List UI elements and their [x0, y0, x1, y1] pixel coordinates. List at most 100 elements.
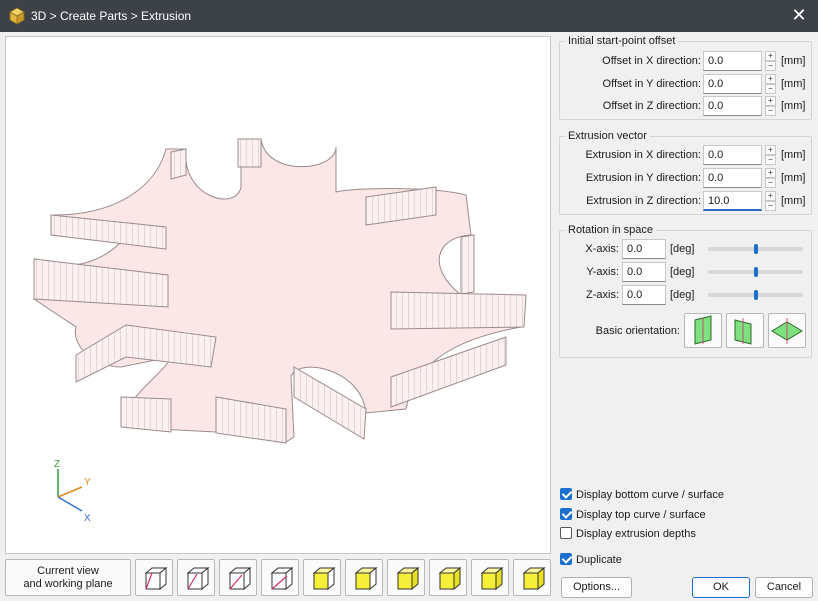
extrusion-label: Extrusion in X direction: — [585, 149, 701, 161]
stepper-up-icon[interactable]: + — [765, 168, 776, 178]
duplicate-checkbox[interactable]: Duplicate — [560, 553, 622, 566]
3d-viewport[interactable]: Z Y X — [5, 36, 551, 554]
part-side-wall — [390, 291, 527, 330]
value-stepper[interactable]: + − — [765, 74, 776, 94]
stepper-down-icon[interactable]: − — [765, 178, 776, 188]
view-cube-icon — [312, 566, 336, 591]
duplicate-label: Duplicate — [576, 554, 622, 566]
rotation-input[interactable]: 0.0 — [622, 285, 666, 305]
close-icon[interactable]: ✕ — [786, 4, 812, 28]
unit-label: [mm] — [781, 172, 806, 184]
title-bar: 3D > Create Parts > Extrusion ✕ — [0, 0, 818, 32]
unit-label: [mm] — [781, 78, 806, 90]
view-cube-icon — [270, 566, 294, 591]
orientation-side-button[interactable] — [726, 313, 764, 348]
slider-thumb[interactable] — [754, 290, 758, 300]
current-view-label-line1: Current view — [37, 565, 99, 577]
value-stepper[interactable]: + − — [765, 191, 776, 211]
view-button-4[interactable] — [261, 559, 299, 596]
options-button[interactable]: Options... — [561, 577, 632, 598]
checkbox-box[interactable] — [560, 508, 572, 520]
rotation-input[interactable]: 0.0 — [622, 262, 666, 282]
value-stepper[interactable]: + − — [765, 145, 776, 165]
extrusion-label: Extrusion in Z direction: — [586, 195, 701, 207]
checkbox-box[interactable] — [560, 553, 572, 565]
part-side-wall — [460, 234, 475, 295]
unit-label: [mm] — [781, 55, 806, 67]
view-button-3[interactable] — [219, 559, 257, 596]
view-button-9[interactable] — [471, 559, 509, 596]
offset-input[interactable]: 0.0 — [703, 51, 762, 71]
stepper-down-icon[interactable]: − — [765, 106, 776, 116]
view-cube-icon — [522, 566, 546, 591]
rotation-axis-label: Y-axis: — [586, 266, 619, 278]
stepper-down-icon[interactable]: − — [765, 61, 776, 71]
stepper-up-icon[interactable]: + — [765, 96, 776, 106]
orientation-top-icon — [771, 318, 803, 344]
part-side-wall — [237, 138, 262, 168]
z-axis-label: Z — [54, 459, 60, 470]
rotation-group-title: Rotation in space — [565, 224, 656, 236]
ok-button[interactable]: OK — [692, 577, 750, 598]
orientation-front-icon — [694, 315, 712, 345]
x-axis-label: X — [84, 513, 91, 524]
unit-label: [mm] — [781, 195, 806, 207]
stepper-up-icon[interactable]: + — [765, 74, 776, 84]
stepper-up-icon[interactable]: + — [765, 145, 776, 155]
view-cube-icon — [438, 566, 462, 591]
offset-input[interactable]: 0.0 — [703, 74, 762, 94]
view-button-7[interactable] — [387, 559, 425, 596]
window-title: 3D > Create Parts > Extrusion — [31, 9, 192, 23]
view-button-1[interactable] — [135, 559, 173, 596]
part-side-wall — [170, 148, 187, 180]
orientation-front-button[interactable] — [684, 313, 722, 348]
display-depths-label: Display extrusion depths — [576, 528, 696, 540]
display-depths-checkbox[interactable]: Display extrusion depths — [560, 527, 696, 540]
rotation-axis-label: Z-axis: — [586, 289, 619, 301]
slider-thumb[interactable] — [754, 244, 758, 254]
cancel-button[interactable]: Cancel — [755, 577, 813, 598]
view-button-2[interactable] — [177, 559, 215, 596]
checkbox-box[interactable] — [560, 488, 572, 500]
display-bottom-label: Display bottom curve / surface — [576, 489, 724, 501]
stepper-down-icon[interactable]: − — [765, 155, 776, 165]
stepper-down-icon[interactable]: − — [765, 84, 776, 94]
offset-group-title: Initial start-point offset — [565, 35, 679, 47]
view-button-10[interactable] — [513, 559, 551, 596]
orientation-top-button[interactable] — [768, 313, 806, 348]
display-bottom-checkbox[interactable]: Display bottom curve / surface — [560, 488, 724, 501]
view-cube-icon — [396, 566, 420, 591]
view-cube-icon — [144, 566, 168, 591]
extrusion-input[interactable]: 0.0 — [703, 168, 762, 188]
unit-label: [deg] — [670, 289, 695, 301]
offset-label: Offset in Y direction: — [602, 78, 701, 90]
view-button-8[interactable] — [429, 559, 467, 596]
view-cube-icon — [228, 566, 252, 591]
slider-thumb[interactable] — [754, 267, 758, 277]
extruded-part-drawing: Z Y X — [33, 138, 527, 524]
part-side-wall — [120, 396, 172, 433]
unit-label: [mm] — [781, 149, 806, 161]
coordinate-axes: Z Y X — [54, 459, 91, 524]
offset-input[interactable]: 0.0 — [703, 96, 762, 116]
value-stepper[interactable]: + − — [765, 96, 776, 116]
current-view-button[interactable]: Current view and working plane — [5, 559, 131, 596]
checkbox-box[interactable] — [560, 527, 572, 539]
stepper-up-icon[interactable]: + — [765, 51, 776, 61]
unit-label: [mm] — [781, 100, 806, 112]
display-top-checkbox[interactable]: Display top curve / surface — [560, 508, 706, 521]
stepper-up-icon[interactable]: + — [765, 191, 776, 201]
extrusion-input[interactable]: 0.0 — [703, 145, 762, 165]
view-button-6[interactable] — [345, 559, 383, 596]
rotation-input[interactable]: 0.0 — [622, 239, 666, 259]
cube-app-icon — [9, 7, 25, 25]
offset-label: Offset in Z direction: — [602, 100, 701, 112]
value-stepper[interactable]: + − — [765, 51, 776, 71]
view-cube-icon — [354, 566, 378, 591]
value-stepper[interactable]: + − — [765, 168, 776, 188]
stepper-down-icon[interactable]: − — [765, 201, 776, 211]
view-button-5[interactable] — [303, 559, 341, 596]
view-cube-icon — [480, 566, 504, 591]
unit-label: [deg] — [670, 266, 695, 278]
extrusion-input[interactable]: 10.0 — [703, 191, 762, 211]
